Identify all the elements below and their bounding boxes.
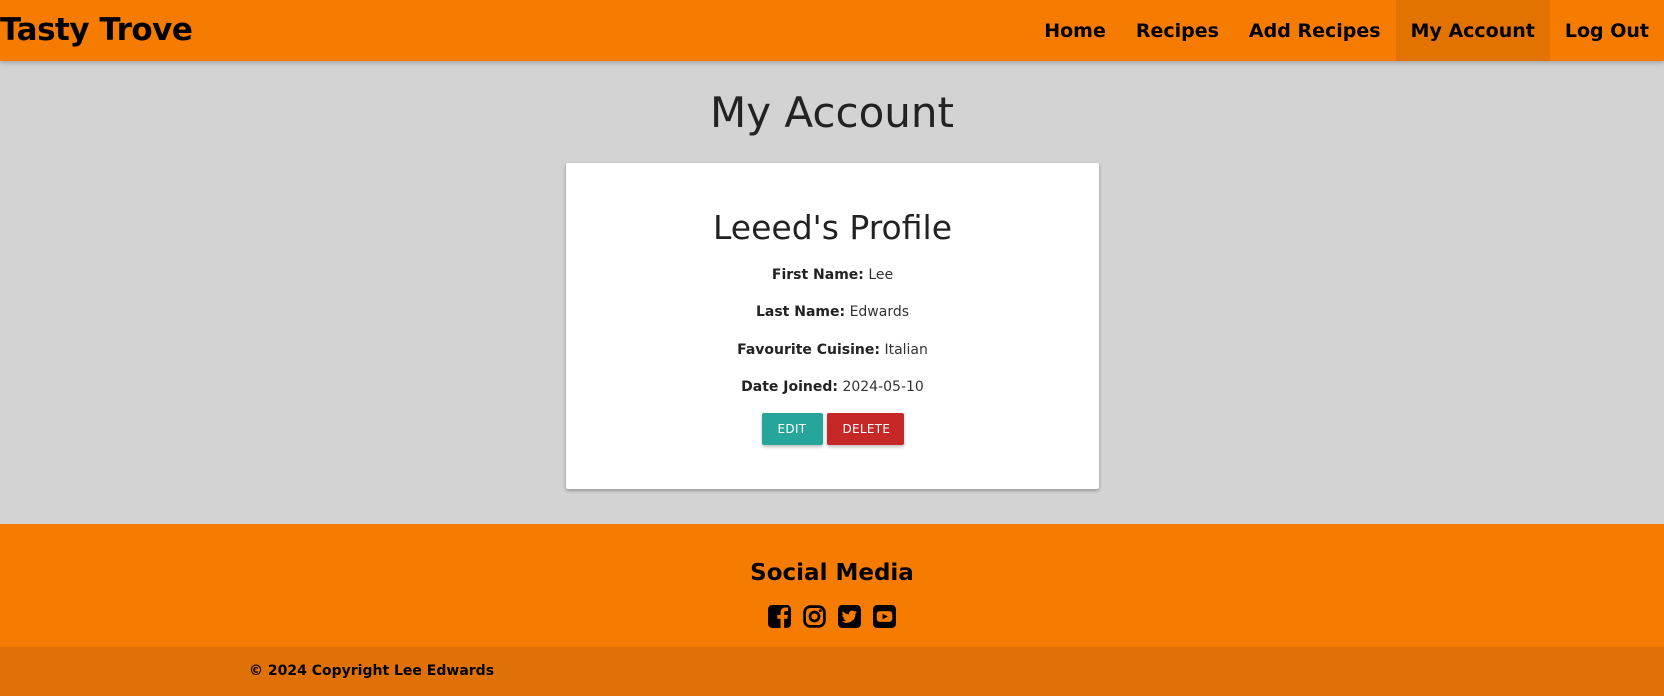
field-label: Date Joined: <box>741 379 838 395</box>
profile-title: Leeed's Profile <box>712 208 953 247</box>
nav-item-recipes[interactable]: Recipes <box>1121 0 1234 61</box>
profile-card: Leeed's Profile First Name: Lee Last Nam… <box>566 163 1099 489</box>
brand-logo[interactable]: Tasty Trove <box>0 12 193 48</box>
nav-links: Home Recipes Add Recipes My Account Log … <box>1029 0 1664 61</box>
delete-button[interactable]: DELETE <box>826 413 904 445</box>
favourite-cuisine-field: Favourite Cuisine: Italian <box>566 342 1099 358</box>
field-label: First Name: <box>771 267 864 283</box>
copyright-text: © 2024 Copyright Lee Edwards <box>249 663 495 679</box>
field-value: Italian <box>884 342 928 358</box>
first-name-field: First Name: Lee <box>566 267 1099 283</box>
field-label: Last Name: <box>755 304 846 320</box>
field-value: Lee <box>868 267 894 283</box>
nav-item-log-out[interactable]: Log Out <box>1550 0 1664 61</box>
copyright-bar: © 2024 Copyright Lee Edwards <box>0 647 1664 696</box>
footer: Social Media <box>0 524 1664 647</box>
page-title: My Account <box>709 88 955 137</box>
last-name-field: Last Name: Edwards <box>566 304 1099 320</box>
field-label: Favourite Cuisine: <box>737 342 880 358</box>
social-icons <box>0 604 1664 629</box>
profile-actions: EDIT DELETE <box>566 413 1099 445</box>
field-value: 2024-05-10 <box>842 379 924 395</box>
field-value: Edwards <box>849 304 910 320</box>
facebook-icon[interactable] <box>767 604 792 629</box>
edit-button[interactable]: EDIT <box>761 413 823 445</box>
nav-item-my-account[interactable]: My Account <box>1395 0 1550 61</box>
nav-item-home[interactable]: Home <box>1029 0 1121 61</box>
navbar: Tasty Trove Home Recipes Add Recipes My … <box>0 0 1664 61</box>
youtube-icon[interactable] <box>872 604 897 629</box>
twitter-icon[interactable] <box>837 604 862 629</box>
date-joined-field: Date Joined: 2024-05-10 <box>566 379 1099 395</box>
nav-item-add-recipes[interactable]: Add Recipes <box>1234 0 1396 61</box>
main-content: My Account Leeed's Profile First Name: L… <box>0 61 1664 524</box>
social-media-title: Social Media <box>750 560 914 586</box>
instagram-icon[interactable] <box>802 604 827 629</box>
